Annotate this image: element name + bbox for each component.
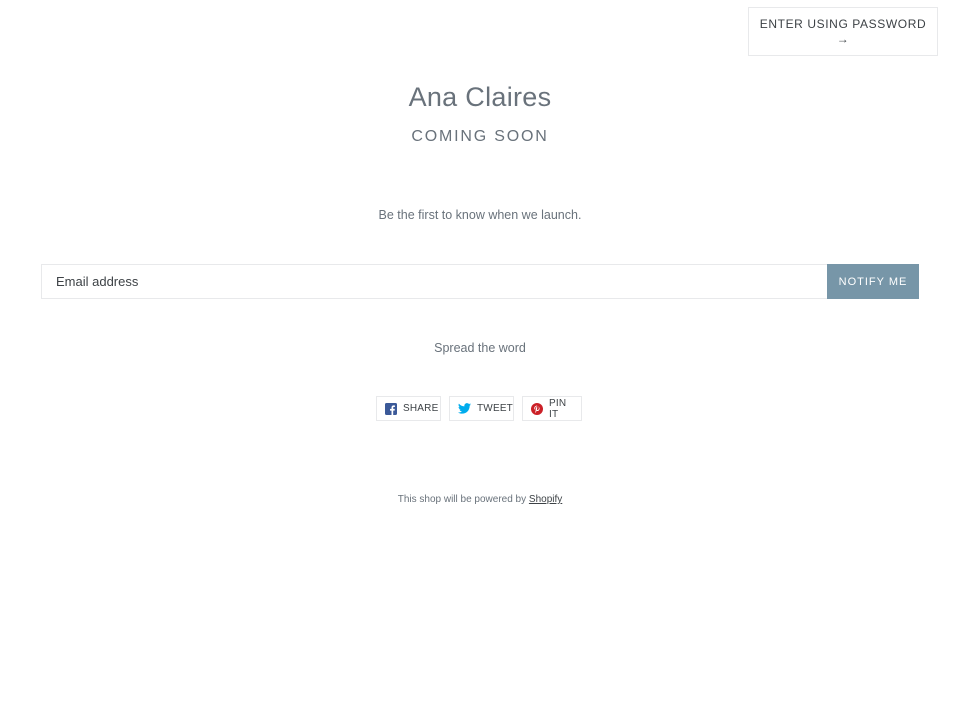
share-pinterest-button[interactable]: PIN IT xyxy=(522,396,582,421)
launch-tagline: Be the first to know when we launch. xyxy=(378,208,582,222)
powered-by-footer: This shop will be powered by Shopify xyxy=(0,494,960,505)
enter-password-label: ENTER USING PASSWORD xyxy=(759,17,927,31)
social-share-buttons: SHARE TWEET PIN IT xyxy=(376,396,582,421)
notify-me-button[interactable]: NOTIFY ME xyxy=(827,264,919,299)
arrow-right-icon: → xyxy=(836,32,850,46)
coming-soon-heading: COMING SOON xyxy=(411,128,549,145)
enter-password-button[interactable]: ENTER USING PASSWORD → xyxy=(748,7,938,56)
share-twitter-label: TWEET xyxy=(477,403,513,414)
email-input[interactable] xyxy=(41,264,827,299)
share-facebook-button[interactable]: SHARE xyxy=(376,396,441,421)
shopify-link[interactable]: Shopify xyxy=(529,494,562,505)
newsletter-form: NOTIFY ME xyxy=(41,264,919,299)
powered-by-text: This shop will be powered by xyxy=(397,494,527,505)
shop-name: Ana Claires xyxy=(408,82,552,112)
twitter-icon xyxy=(458,403,471,414)
pinterest-icon xyxy=(531,402,543,415)
share-twitter-button[interactable]: TWEET xyxy=(449,396,514,421)
spread-the-word-heading: Spread the word xyxy=(434,341,526,355)
facebook-icon xyxy=(385,402,397,415)
password-page: ENTER USING PASSWORD → Ana Claires COMIN… xyxy=(0,0,960,720)
share-pinterest-label: PIN IT xyxy=(549,397,567,420)
share-facebook-label: SHARE xyxy=(403,403,439,414)
